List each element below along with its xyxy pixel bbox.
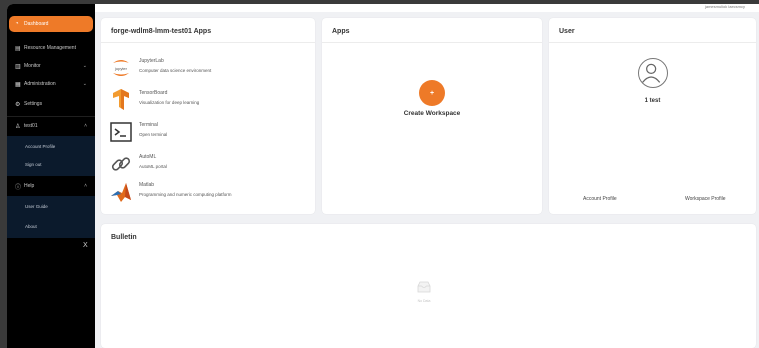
create-workspace-label[interactable]: Create Workspace [322,110,542,117]
empty-inbox-icon [417,281,431,293]
sidebar-item-dashboard[interactable]: ◔ Dashboard [9,16,93,32]
divider [7,116,95,117]
sidebar-item-resource-management[interactable]: ▤ Resource Management [9,40,93,56]
workspace-profile-link[interactable]: Workspace Profile [685,196,725,202]
settings-icon: ⚙ [15,101,21,108]
sidebar-item-label: Settings [24,101,43,107]
sidebar-item-settings[interactable]: ⚙ Settings [9,96,93,112]
sidebar-item-administration[interactable]: ▦ Administration ⌄ [9,76,93,92]
app-name: Matlab [139,182,155,188]
sidebar-item-label: Administration [24,81,56,87]
app-description: Computer data science environment [139,68,212,73]
avatar [638,58,668,88]
database-icon: ▤ [15,45,21,52]
sidebar-item-label: Help [24,183,35,189]
app-description: AutoML portal [139,164,167,169]
app-item-automl[interactable]: AutoML AutoML portal [109,152,309,180]
help-icon: ⓘ [15,184,22,191]
submenu-item-user-guide[interactable]: User Guide [25,204,48,209]
app-name: AutoML [139,154,157,160]
topbar: jamesmuliok laecsmcy [95,4,759,12]
user-name: 1 test [644,98,661,104]
user-avatar-icon [642,63,661,83]
clock-icon: ◔ [15,21,19,27]
apps-list-title: forge-wdlm8-lmm-test01 Apps [111,28,212,35]
sidebar-item-user[interactable]: ♙ test01 ˄ [9,118,93,134]
submenu-item-sign-out[interactable]: Sign out [25,162,42,167]
empty-state-label: No Data [417,299,431,303]
submenu-item-about[interactable]: About [25,224,37,229]
sidebar-item-label: test01 [24,123,38,129]
bulletin-title: Bulletin [111,234,137,241]
submenu-item-account-profile[interactable]: Account Profile [25,144,55,149]
chevron-down-icon: ⌄ [82,81,87,87]
topbar-link[interactable]: jamesmuliok laecsmcy [705,4,745,9]
divider [322,42,542,43]
sidebar-item-monitor[interactable]: ▥ Monitor ⌄ [9,58,93,74]
link-icon [111,157,131,171]
sidebar-item-label: Dashboard [24,21,49,27]
app-item-matlab[interactable]: Matlab Programming and numeric computing… [109,180,309,208]
sidebar-item-help[interactable]: ⓘ Help ˄ [9,178,93,194]
apps-card: Apps + Create Workspace [322,18,542,214]
app-name: Terminal [139,122,158,128]
divider [101,42,315,43]
user-submenu: Account Profile Sign out [7,136,95,176]
user-card: User 1 test Account Profile Workspace Pr… [549,18,756,214]
divider [549,42,756,43]
svg-text:jupyter: jupyter [114,66,128,71]
bulletin-card: Bulletin No Data [101,224,756,348]
app-description: Visualization for deep learning [139,100,200,105]
app-description: Programming and numeric computing platfo… [139,192,232,197]
empty-state: No Data [409,280,439,303]
app-name: TensorBoard [139,90,168,96]
app-item-terminal[interactable]: Terminal Open terminal [109,120,309,148]
app-item-jupyterlab[interactable]: jupyter JupyterLab Computer data science… [109,56,309,84]
jupyter-icon: jupyter [113,60,129,76]
admin-icon: ▦ [15,81,21,88]
apps-card-title: Apps [332,28,350,35]
app-description: Open terminal [139,132,168,137]
tensorflow-icon [113,89,129,110]
app-item-tensorboard[interactable]: TensorBoard Visualization for deep learn… [109,88,309,116]
matlab-icon [111,183,131,202]
help-submenu: User Guide About [7,196,95,238]
terminal-icon [110,122,132,142]
app-frame: ◔ Dashboard ▤ Resource Management ▥ Moni… [7,4,759,348]
apps-list-card: forge-wdlm8-lmm-test01 Apps jupyter Jupy… [101,18,315,214]
app-name: JupyterLab [139,58,164,64]
chevron-up-icon: ˄ [84,123,87,129]
chart-icon: ▥ [15,63,21,70]
user-card-title: User [559,28,575,35]
sidebar-item-label: Resource Management [24,45,76,51]
sidebar: ◔ Dashboard ▤ Resource Management ▥ Moni… [7,4,95,348]
account-profile-link[interactable]: Account Profile [583,196,617,202]
chevron-up-icon: ˄ [84,183,87,189]
collapse-sidebar-icon[interactable]: X [83,242,88,249]
create-workspace-button[interactable]: + [419,80,445,106]
chevron-down-icon: ⌄ [82,63,87,69]
sidebar-item-label: Monitor [24,63,41,69]
user-icon: ♙ [15,123,21,130]
